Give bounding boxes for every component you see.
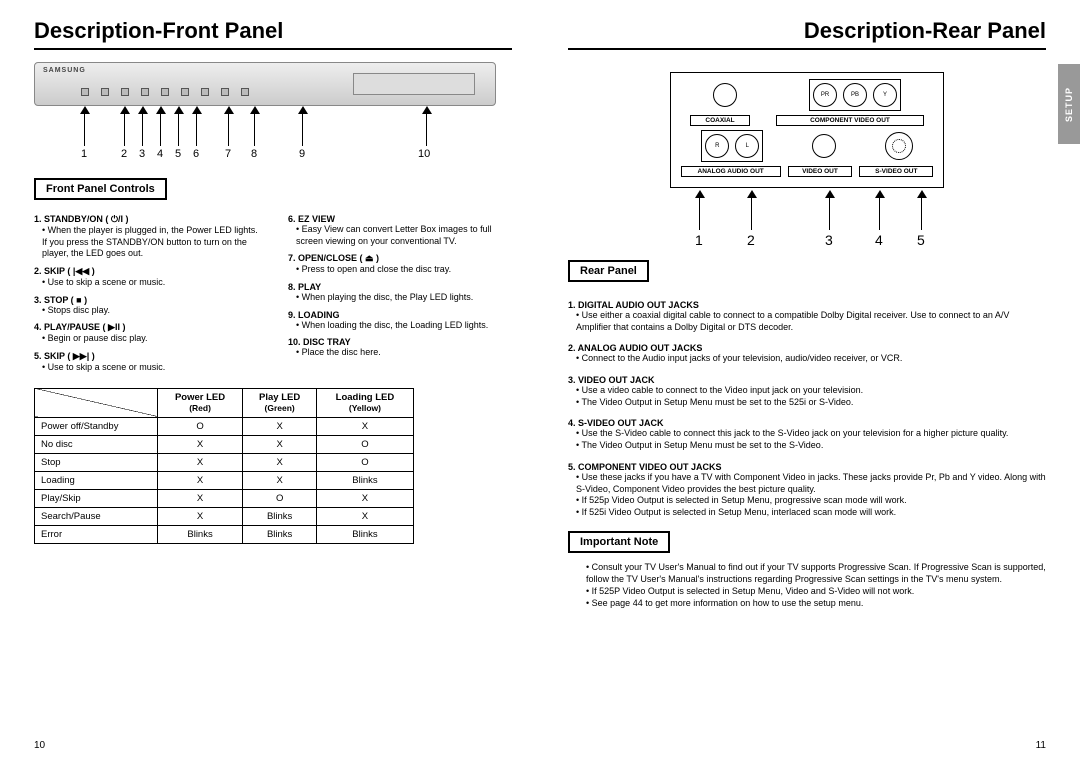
l-jack-icon: L: [735, 134, 759, 158]
rule: [568, 48, 1046, 50]
rear-panel-heading: Rear Panel: [568, 260, 649, 282]
item-desc: The Video Output in Setup Menu must be s…: [576, 397, 1046, 409]
callout-num: 5: [917, 232, 925, 248]
r-jack-icon: R: [705, 134, 729, 158]
callout-num: 5: [175, 148, 181, 160]
table-row: ErrorBlinksBlinksBlinks: [35, 525, 414, 543]
rule: [34, 48, 512, 50]
item-title: 7. OPEN/CLOSE ( ⏏ ): [288, 253, 512, 264]
led-col-header: Play LED(Green): [243, 388, 317, 417]
front-device-diagram: SAMSUNG: [34, 62, 496, 106]
note-item: If 525P Video Output is selected in Setu…: [586, 585, 1046, 597]
item-title: 9. LOADING: [288, 310, 512, 320]
coaxial-jack-icon: [713, 83, 737, 107]
item-title: 10. DISC TRAY: [288, 337, 512, 347]
callout-num: 1: [695, 232, 703, 248]
table-row: StopXXO: [35, 453, 414, 471]
item-title: 5. COMPONENT VIDEO OUT JACKS: [568, 462, 1046, 472]
item-desc: If 525i Video Output is selected in Setu…: [576, 507, 1046, 519]
callout-num: 8: [251, 148, 257, 160]
disc-tray-icon: [353, 73, 475, 95]
item-title: 1. STANDBY/ON ( ⏻/I ): [34, 214, 258, 225]
svideo-label: S-VIDEO OUT: [859, 166, 933, 177]
item-desc: Begin or pause disc play.: [42, 333, 258, 345]
led-col-header: Loading LED(Yellow): [316, 388, 413, 417]
callout-num: 2: [121, 148, 127, 160]
callout-num: 4: [875, 232, 883, 248]
item-desc: The Video Output in Setup Menu must be s…: [576, 440, 1046, 452]
coaxial-label: COAXIAL: [690, 115, 750, 126]
table-row: Play/SkipXOX: [35, 489, 414, 507]
item-desc: When loading the disc, the Loading LED l…: [296, 320, 512, 332]
video-jack-icon: [812, 134, 836, 158]
item-desc: Place the disc here.: [296, 347, 512, 359]
callout-num: 3: [139, 148, 145, 160]
item-desc: Press to open and close the disc tray.: [296, 264, 512, 276]
rear-items: 1. DIGITAL AUDIO OUT JACKS Use either a …: [568, 300, 1046, 519]
item-desc: When playing the disc, the Play LED ligh…: [296, 292, 512, 304]
item-desc: Use to skip a scene or music.: [42, 362, 258, 374]
callout-num: 10: [418, 148, 430, 160]
callout-num: 7: [225, 148, 231, 160]
item-desc: Easy View can convert Letter Box images …: [296, 224, 512, 247]
callout-num: 6: [193, 148, 199, 160]
item-title: 4. PLAY/PAUSE ( ▶II ): [34, 322, 258, 333]
item-title: 6. EZ VIEW: [288, 214, 512, 224]
right-page: Description-Rear Panel SETUP PR PB Y COA…: [540, 0, 1080, 765]
item-desc: If 525p Video Output is selected in Setu…: [576, 495, 1046, 507]
item-title: 1. DIGITAL AUDIO OUT JACKS: [568, 300, 1046, 310]
important-notes: Consult your TV User's Manual to find ou…: [586, 561, 1046, 610]
item-desc: Use either a coaxial digital cable to co…: [576, 310, 1046, 333]
video-label: VIDEO OUT: [788, 166, 852, 177]
pb-jack-icon: PB: [843, 83, 867, 107]
important-note-heading: Important Note: [568, 531, 670, 553]
note-item: See page 44 to get more information on h…: [586, 597, 1046, 609]
rear-panel-diagram: PR PB Y COAXIAL COMPONENT VIDEO OUT R L …: [670, 72, 944, 188]
page-number-right: 11: [1036, 740, 1046, 751]
y-jack-icon: Y: [873, 83, 897, 107]
item-title: 5. SKIP ( ▶▶| ): [34, 351, 258, 362]
page-title-front: Description-Front Panel: [34, 18, 512, 44]
pr-jack-icon: PR: [813, 83, 837, 107]
note-item: Consult your TV User's Manual to find ou…: [586, 561, 1046, 585]
component-label: COMPONENT VIDEO OUT: [776, 115, 924, 126]
callout-num: 2: [747, 232, 755, 248]
item-desc: Use the S-Video cable to connect this ja…: [576, 428, 1046, 440]
item-desc: Use these jacks if you have a TV with Co…: [576, 472, 1046, 495]
item-title: 4. S-VIDEO OUT JACK: [568, 418, 1046, 428]
item-title: 3. STOP ( ■ ): [34, 295, 258, 305]
analog-label: ANALOG AUDIO OUT: [681, 166, 781, 177]
front-callout-arrows: 1 2 3 4 5 6 7 8 9 10: [34, 106, 512, 166]
item-desc: Use to skip a scene or music.: [42, 277, 258, 289]
led-col-header: Power LED(Red): [157, 388, 243, 417]
item-title: 2. SKIP ( |◀◀ ): [34, 266, 258, 277]
item-title: 2. ANALOG AUDIO OUT JACKS: [568, 343, 1046, 353]
rear-callout-arrows: 1 2 3 4 5: [677, 190, 937, 248]
svideo-jack-icon: [885, 132, 913, 160]
callout-num: 3: [825, 232, 833, 248]
item-desc: Stops disc play.: [42, 305, 258, 317]
left-page: Description-Front Panel SAMSUNG: [0, 0, 540, 765]
setup-tab: SETUP: [1058, 64, 1080, 144]
item-title: 8. PLAY: [288, 282, 512, 292]
led-table: Power LED(Red) Play LED(Green) Loading L…: [34, 388, 414, 544]
item-desc: When the player is plugged in, the Power…: [42, 225, 258, 260]
led-table-corner: [35, 388, 158, 417]
item-desc: Use a video cable to connect to the Vide…: [576, 385, 1046, 397]
front-panel-controls-heading: Front Panel Controls: [34, 178, 167, 200]
table-row: LoadingXXBlinks: [35, 471, 414, 489]
callout-num: 1: [81, 148, 87, 160]
table-row: No discXXO: [35, 435, 414, 453]
front-buttons: [81, 88, 249, 96]
table-row: Power off/StandbyOXX: [35, 417, 414, 435]
brand-label: SAMSUNG: [43, 67, 86, 74]
callout-num: 9: [299, 148, 305, 160]
front-items: 1. STANDBY/ON ( ⏻/I ) When the player is…: [34, 208, 512, 374]
item-desc: Connect to the Audio input jacks of your…: [576, 353, 1046, 365]
page-number-left: 10: [34, 740, 45, 751]
page-title-rear: Description-Rear Panel: [568, 18, 1046, 44]
callout-num: 4: [157, 148, 163, 160]
table-row: Search/PauseXBlinksX: [35, 507, 414, 525]
item-title: 3. VIDEO OUT JACK: [568, 375, 1046, 385]
